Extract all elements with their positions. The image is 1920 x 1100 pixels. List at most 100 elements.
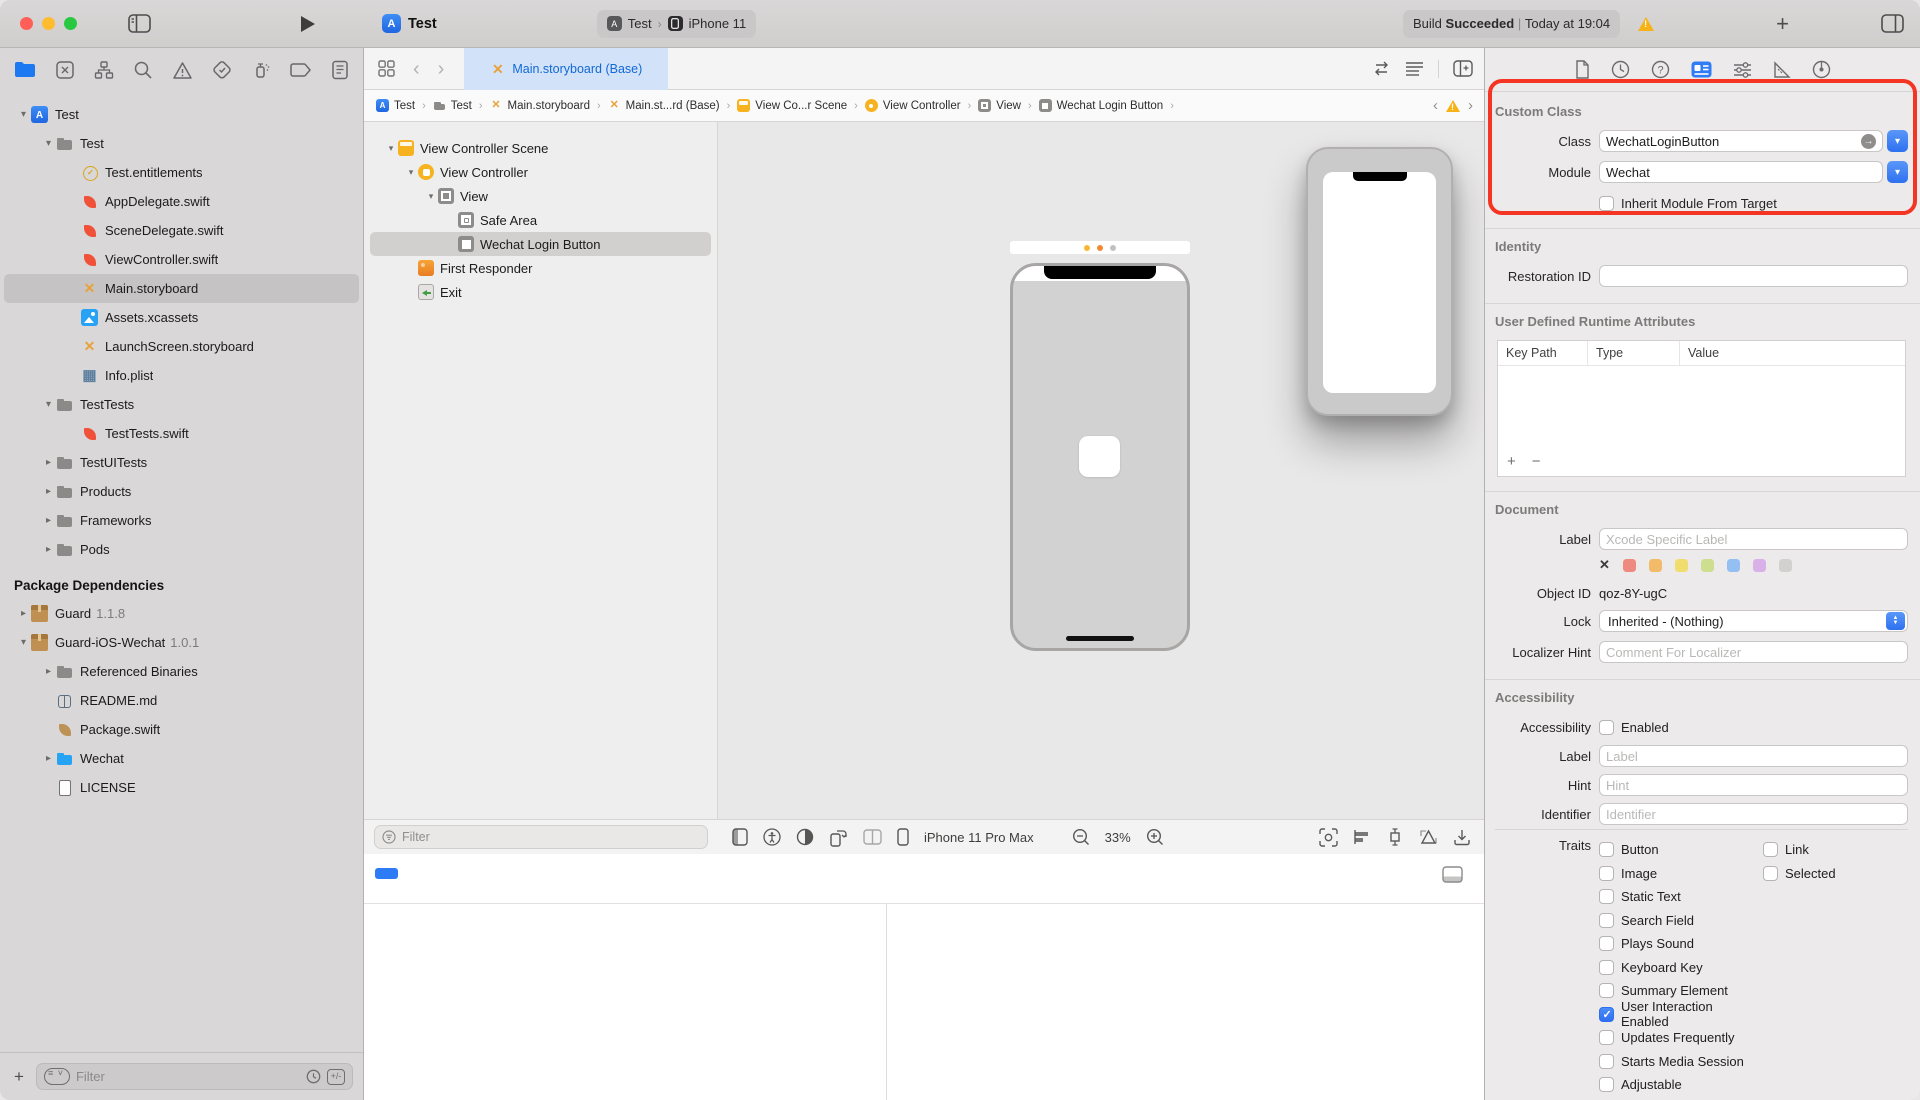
disclosure-triangle[interactable]: ▸ (41, 666, 56, 677)
document-label-input[interactable] (1606, 532, 1901, 547)
file-row[interactable]: ▸ TestUITests (4, 448, 359, 477)
file-row[interactable]: ▸ Products (4, 477, 359, 506)
add-constraints-icon[interactable] (1386, 828, 1404, 846)
history-inspector-icon[interactable] (1611, 60, 1630, 79)
toggle-inspector-icon[interactable] (1881, 14, 1904, 33)
color-swatch[interactable] (1701, 559, 1714, 572)
resolve-layout-issues-icon[interactable] (1419, 828, 1438, 846)
disclosure-triangle[interactable]: ▸ (41, 544, 56, 555)
trait-checkbox[interactable] (1599, 983, 1614, 998)
disclosure-triangle[interactable]: ▸ (41, 457, 56, 468)
restoration-id-input[interactable] (1606, 269, 1901, 284)
accessibility-hint-field[interactable] (1599, 774, 1908, 796)
zoom-window-button[interactable] (64, 17, 77, 30)
recent-files-icon[interactable] (306, 1069, 321, 1084)
trait-checkbox[interactable] (1763, 866, 1778, 881)
trait-checkbox[interactable] (1599, 889, 1614, 904)
wechat-login-button-view[interactable] (1079, 436, 1120, 477)
toggle-debug-area-icon[interactable] (1442, 866, 1463, 883)
trait-checkbox[interactable] (1599, 842, 1614, 857)
color-swatch[interactable] (1649, 559, 1662, 572)
debug-navigator-icon[interactable] (251, 60, 271, 80)
tab-overview-icon[interactable] (378, 60, 395, 77)
color-swatch[interactable] (1753, 559, 1766, 572)
class-input[interactable] (1606, 134, 1861, 149)
localizer-hint-input[interactable] (1606, 645, 1901, 660)
breakpoint-navigator-icon[interactable] (290, 62, 312, 78)
size-inspector-icon[interactable] (1773, 61, 1791, 79)
next-issue-button[interactable]: › (1468, 97, 1473, 114)
jump-bar-item[interactable]: Test › (433, 99, 490, 112)
outline-row[interactable]: Exit (370, 280, 711, 304)
identity-inspector-icon[interactable] (1691, 61, 1712, 78)
add-attribute-button[interactable]: + (1507, 453, 1516, 470)
storyboard-canvas[interactable] (718, 122, 1485, 819)
embed-in-icon[interactable] (1453, 828, 1471, 846)
jump-bar-item[interactable]: Test › (376, 99, 433, 112)
debug-breakpoint-chip[interactable] (375, 868, 398, 879)
trait-checkbox[interactable] (1599, 1030, 1614, 1045)
disclosure-triangle[interactable]: ▸ (41, 753, 56, 764)
accessibility-identifier-field[interactable] (1599, 803, 1908, 825)
issue-navigator-icon[interactable] (172, 61, 193, 80)
jump-bar-item[interactable]: View › (978, 99, 1038, 112)
color-swatch[interactable] (1623, 559, 1636, 572)
clear-color-button[interactable]: ✕ (1599, 557, 1610, 573)
outline-filter-input[interactable] (402, 830, 700, 844)
file-row[interactable]: Test.entitlements (4, 158, 359, 187)
toggle-navigator-icon[interactable] (128, 14, 151, 33)
trait-checkbox[interactable] (1763, 842, 1778, 857)
column-type[interactable]: Type (1588, 341, 1680, 365)
remove-attribute-button[interactable]: − (1532, 453, 1541, 470)
outline-row[interactable]: Wechat Login Button (370, 232, 711, 256)
go-forward-button[interactable]: › (438, 59, 445, 79)
file-row[interactable]: AppDelegate.swift (4, 187, 359, 216)
package-row[interactable]: Package.swift (4, 715, 359, 744)
jump-bar-item[interactable]: View Controller › (865, 99, 978, 112)
trait-checkbox[interactable] (1599, 936, 1614, 951)
go-back-button[interactable]: ‹ (413, 59, 420, 79)
code-review-icon[interactable] (1372, 61, 1391, 76)
scheme-selector[interactable]: A Test › iPhone 11 (597, 10, 756, 38)
file-row[interactable]: TestTests.swift (4, 419, 359, 448)
file-row[interactable]: ▸ Frameworks (4, 506, 359, 535)
file-row[interactable]: LaunchScreen.storyboard (4, 332, 359, 361)
quick-help-inspector-icon[interactable]: ? (1651, 60, 1670, 79)
outline-row[interactable]: ▾ View Controller Scene (370, 136, 711, 160)
find-navigator-icon[interactable] (133, 60, 153, 80)
device-name[interactable]: iPhone 11 Pro Max (924, 830, 1034, 845)
editor-options-icon[interactable] (1405, 61, 1424, 76)
accessibility-enabled-checkbox[interactable] (1599, 720, 1614, 735)
close-window-button[interactable] (20, 17, 33, 30)
scene-dock-exit-icon[interactable] (1110, 245, 1116, 251)
disclosure-triangle[interactable]: ▾ (424, 191, 438, 202)
accessibility-label-input[interactable] (1606, 749, 1901, 764)
disclosure-triangle[interactable]: ▾ (404, 167, 418, 178)
trait-checkbox[interactable] (1599, 960, 1614, 975)
device-icon[interactable] (897, 828, 909, 846)
align-icon[interactable] (1353, 829, 1371, 845)
column-value[interactable]: Value (1680, 341, 1905, 365)
file-row[interactable]: ▾ TestTests (4, 390, 359, 419)
module-field[interactable] (1599, 161, 1883, 183)
navigator-filter-field[interactable]: +/- (36, 1063, 353, 1090)
file-row[interactable]: Assets.xcassets (4, 303, 359, 332)
zoom-in-icon[interactable] (1146, 828, 1164, 846)
outline-row[interactable]: Safe Area (370, 208, 711, 232)
trait-checkbox[interactable] (1599, 1077, 1614, 1092)
disclosure-triangle[interactable]: ▸ (16, 608, 31, 619)
disclosure-triangle[interactable]: ▸ (41, 486, 56, 497)
symbol-navigator-icon[interactable] (94, 60, 114, 80)
file-row[interactable]: Info.plist (4, 361, 359, 390)
color-swatch[interactable] (1675, 559, 1688, 572)
navigator-filter-input[interactable] (76, 1069, 300, 1084)
package-row[interactable]: ▾ Guard-iOS-Wechat 1.0.1 (4, 628, 359, 657)
file-row[interactable]: Main.storyboard (4, 274, 359, 303)
jump-bar-item[interactable]: Main.storyboard › (490, 99, 608, 112)
color-swatch[interactable] (1779, 559, 1792, 572)
file-row[interactable]: SceneDelegate.swift (4, 216, 359, 245)
jump-bar-item[interactable]: Main.st...rd (Base) › (608, 99, 738, 112)
report-navigator-icon[interactable] (331, 60, 349, 80)
build-warning-icon[interactable] (1638, 17, 1654, 31)
add-editor-icon[interactable] (1453, 60, 1473, 77)
